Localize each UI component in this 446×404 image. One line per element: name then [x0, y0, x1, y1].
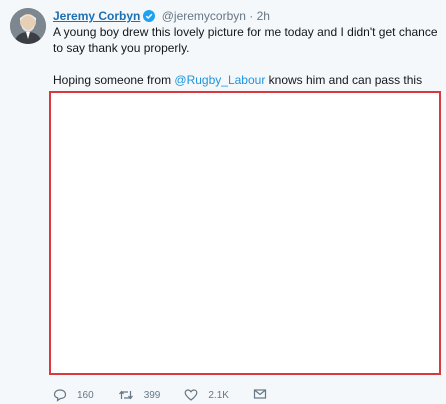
tweet-timestamp[interactable]: 2h [257, 9, 270, 23]
tweet-media-image[interactable] [49, 91, 441, 375]
avatar[interactable] [10, 8, 46, 44]
like-count: 2.1K [208, 389, 229, 401]
tweet-text-line1: A young boy drew this lovely picture for… [53, 25, 438, 55]
author-handle[interactable]: @jeremycorbyn [162, 9, 246, 23]
tweet-text-pre: Hoping someone from [53, 73, 175, 87]
author-name[interactable]: Jeremy Corbyn [53, 9, 140, 23]
separator-dot: · [249, 9, 254, 23]
envelope-icon [253, 388, 267, 399]
reply-count: 160 [77, 389, 94, 401]
tweet[interactable]: Jeremy Corbyn @jeremycorbyn · 2h A young… [0, 0, 446, 402]
retweet-count: 399 [143, 389, 161, 401]
direct-message-button[interactable] [253, 387, 267, 404]
mention-link[interactable]: @Rugby_Labour [174, 73, 265, 87]
